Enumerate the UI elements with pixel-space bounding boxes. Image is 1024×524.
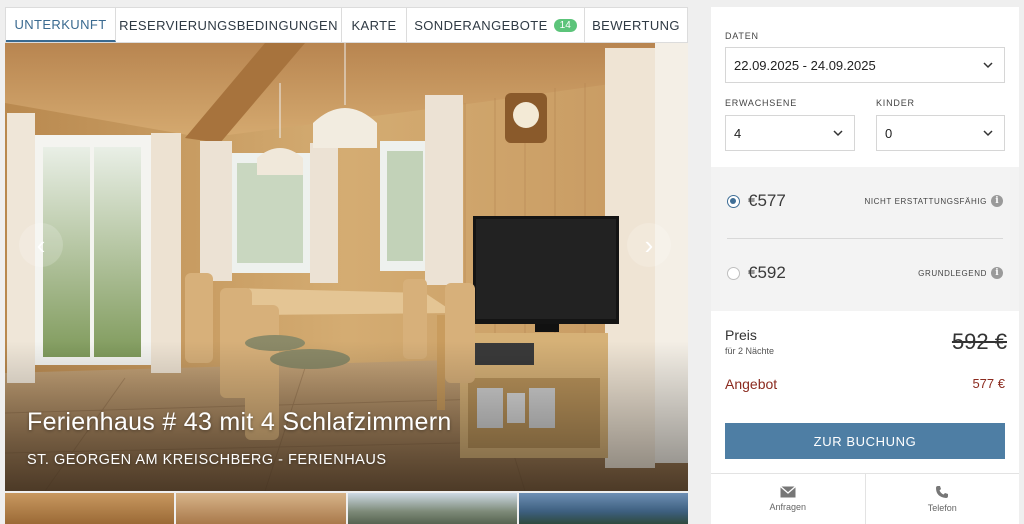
- dates-value: 22.09.2025 - 24.09.2025: [734, 57, 876, 73]
- inquiry-label: Anfragen: [769, 502, 807, 512]
- thumbnail-2[interactable]: [176, 493, 346, 524]
- contact-actions: Anfragen Telefon: [711, 473, 1019, 524]
- booking-panel: DATEN 22.09.2025 - 24.09.2025 ERWACHSENE…: [711, 7, 1019, 524]
- children-value: 0: [885, 125, 893, 141]
- chevron-left-icon: ‹: [36, 229, 46, 260]
- gallery-prev-button[interactable]: ‹: [19, 223, 63, 267]
- tab-unterkunft[interactable]: UNTERKUNFT: [6, 8, 116, 42]
- dates-select[interactable]: 22.09.2025 - 24.09.2025: [725, 47, 1005, 83]
- adults-value: 4: [734, 125, 742, 141]
- property-location: ST. GEORGEN AM KREISCHBERG - FERIENHAUS: [27, 452, 387, 468]
- info-icon[interactable]: i: [991, 195, 1003, 207]
- tab-label: KARTE: [351, 17, 397, 33]
- phone-icon: [936, 486, 949, 498]
- tab-label: SONDERANGEBOTE: [414, 17, 548, 33]
- chevron-down-icon: [983, 130, 993, 137]
- dates-label: DATEN: [725, 31, 759, 41]
- children-select[interactable]: 0: [876, 115, 1005, 151]
- old-price: 592 €: [951, 329, 1007, 354]
- book-now-button[interactable]: ZUR BUCHUNG: [725, 423, 1005, 459]
- nights-label: für 2 Nächte: [725, 346, 775, 356]
- radio-unselected[interactable]: [727, 266, 740, 280]
- info-icon[interactable]: i: [991, 267, 1003, 279]
- thumbnail-strip: [5, 493, 688, 524]
- rate-option-non-refundable[interactable]: €577 NICHT ERSTATTUNGSFÄHIG i: [711, 171, 1019, 231]
- children-label: KINDER: [876, 98, 915, 108]
- adults-label: ERWACHSENE: [725, 98, 798, 108]
- rate-price: €577: [748, 191, 786, 210]
- tab-label: BEWERTUNG: [592, 17, 680, 33]
- gallery-next-button[interactable]: ›: [627, 223, 671, 267]
- tab-reservierungsbedingungen[interactable]: RESERVIERUNGSBEDINGUNGEN: [116, 8, 342, 42]
- rate-price: €592: [748, 263, 786, 282]
- hero-gallery: ‹ › Ferienhaus # 43 mit 4 Schlafzimmern …: [5, 43, 688, 491]
- chevron-down-icon: [983, 62, 993, 69]
- search-box: DATEN 22.09.2025 - 24.09.2025 ERWACHSENE…: [711, 7, 1019, 167]
- thumbnail-3[interactable]: [347, 493, 517, 524]
- phone-label: Telefon: [927, 503, 957, 513]
- chevron-down-icon: [833, 130, 843, 137]
- tab-label: RESERVIERUNGSBEDINGUNGEN: [119, 17, 338, 33]
- inquiry-button[interactable]: Anfragen: [711, 474, 866, 524]
- tab-bar: UNTERKUNFT RESERVIERUNGSBEDINGUNGEN KART…: [5, 7, 688, 43]
- rate-option-basic[interactable]: €592 GRUNDLEGEND i: [711, 243, 1019, 303]
- tab-sonderangebote[interactable]: SONDERANGEBOTE 14: [407, 8, 585, 42]
- radio-selected[interactable]: [727, 194, 740, 208]
- rate-name: GRUNDLEGEND: [918, 268, 987, 278]
- thumbnail-4[interactable]: [518, 493, 688, 524]
- offer-price: 577 €: [972, 376, 1005, 391]
- property-title: Ferienhaus # 43 mit 4 Schlafzimmern: [27, 408, 452, 436]
- adults-select[interactable]: 4: [725, 115, 855, 151]
- tab-karte[interactable]: KARTE: [342, 8, 407, 42]
- page: UNTERKUNFT RESERVIERUNGSBEDINGUNGEN KART…: [0, 0, 1024, 524]
- phone-button[interactable]: Telefon: [866, 474, 1020, 524]
- envelope-icon: [779, 486, 796, 498]
- offer-label: Angebot: [725, 376, 778, 392]
- tab-bewertung[interactable]: BEWERTUNG: [585, 8, 687, 42]
- thumbnail-1[interactable]: [5, 493, 175, 524]
- chevron-right-icon: ›: [644, 229, 654, 260]
- offers-count-badge: 14: [553, 18, 577, 32]
- price-label: Preis: [725, 327, 757, 343]
- tab-label: UNTERKUNFT: [14, 16, 107, 32]
- rate-divider: [727, 238, 1003, 239]
- rate-name: NICHT ERSTATTUNGSFÄHIG: [864, 196, 987, 206]
